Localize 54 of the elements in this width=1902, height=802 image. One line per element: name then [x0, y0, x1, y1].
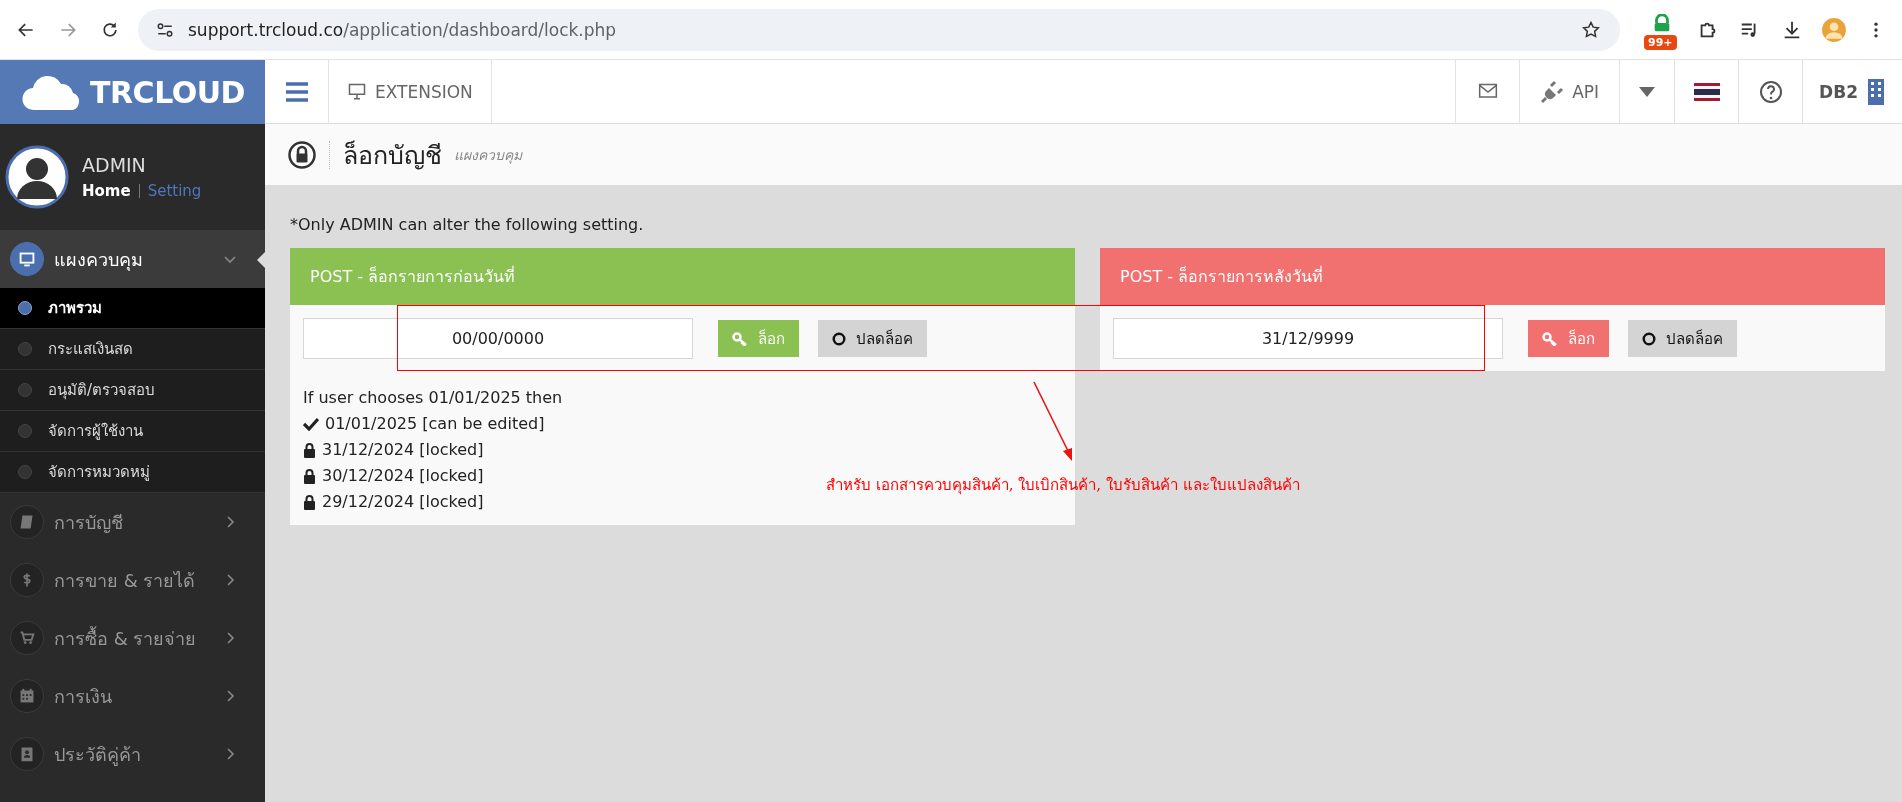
padlock-icon — [303, 494, 316, 510]
contact-card-icon — [10, 737, 44, 771]
profile-link[interactable]: Home — [82, 182, 131, 200]
cart-icon — [10, 621, 44, 655]
admin-note: *Only ADMIN can alter the following setting. — [290, 215, 645, 234]
sidebar-item[interactable]: แผงควบคุม — [0, 230, 265, 288]
date-status-text: 29/12/2024 [locked] — [322, 491, 484, 513]
panel-header: POST - ล็อกรายการก่อนวันที่ — [290, 248, 1075, 305]
circle-icon — [832, 331, 846, 346]
logo-text: TRCLOUD — [90, 74, 245, 110]
date-field[interactable]: 00/00/0000 — [303, 318, 693, 359]
sidebar-item[interactable]: ประวัติคู่ค้า — [0, 725, 265, 783]
plug-icon — [1540, 79, 1565, 104]
annotation-text: สำหรับ เอกสารควบคุมสินค้า, ใบเบิกสินค้า, ใบรับสินค้า และใบแปลงสินค้า — [826, 475, 1300, 497]
circle-icon — [1642, 331, 1656, 346]
panel-header: POST - ล็อกรายการหลังวันที่ — [1100, 248, 1885, 305]
padlock-icon — [303, 468, 316, 484]
sidebar-item[interactable]: การบัญชี — [0, 493, 265, 551]
monitor-icon — [10, 242, 44, 276]
extension-button[interactable]: 99+ — [1640, 9, 1684, 50]
submenu-item[interactable]: ภาพรวม — [0, 288, 265, 329]
user-avatar — [4, 144, 70, 210]
sidebar-item[interactable]: การซื้อ & รายจ่าย — [0, 609, 265, 667]
breadcrumb: แผงควบคุม — [454, 145, 522, 166]
padlock-icon — [303, 442, 316, 458]
unlock-button[interactable]: ปลดล็อค — [1628, 320, 1737, 357]
date-field[interactable]: 31/12/9999 — [1113, 318, 1503, 359]
date-status-text: 01/01/2025 [can be edited] — [325, 413, 545, 435]
dollar-icon — [10, 563, 44, 597]
logo[interactable]: TRCLOUD — [0, 60, 265, 124]
site-settings-icon — [156, 20, 174, 39]
date-status-text: 31/12/2024 [locked] — [322, 439, 484, 461]
sidebar-item[interactable]: การเงิน — [0, 667, 265, 725]
submenu-item[interactable]: อนุมัติ/ตรวจสอบ — [0, 370, 265, 411]
condition-text: If user chooses 01/01/2025 then — [303, 387, 563, 409]
url-text: support.trcloud.co/application/dashboard/lock.php — [188, 19, 618, 40]
checkmark-icon — [303, 417, 319, 431]
calendar-icon — [10, 679, 44, 713]
user-name: ADMIN — [82, 154, 147, 176]
notification-badge: 99+ — [1644, 34, 1677, 50]
extension-menu[interactable]: EXTENSION — [329, 60, 492, 123]
page-title: ล็อกบัญชี — [343, 139, 442, 172]
database-menu[interactable]: DB2 — [1802, 60, 1902, 123]
sidebar-item[interactable]: การขาย & รายได้ — [0, 551, 265, 609]
submenu-item[interactable]: กระแสเงินสด — [0, 329, 265, 370]
date-status-text: 30/12/2024 [locked] — [322, 465, 484, 487]
submenu-item[interactable]: จัดการหมวดหมู่ — [0, 452, 265, 493]
unlock-button[interactable]: ปลดล็อค — [818, 320, 927, 357]
lock-icon — [287, 139, 317, 170]
address-bar[interactable]: support.trcloud.co/application/dashboard/lock.php — [138, 8, 1620, 51]
api-menu[interactable]: API — [1519, 60, 1620, 123]
building-icon — [1866, 77, 1886, 106]
submenu-item[interactable]: จัดการผู้ใช้งาน — [0, 411, 265, 452]
monitor-icon — [347, 82, 367, 101]
